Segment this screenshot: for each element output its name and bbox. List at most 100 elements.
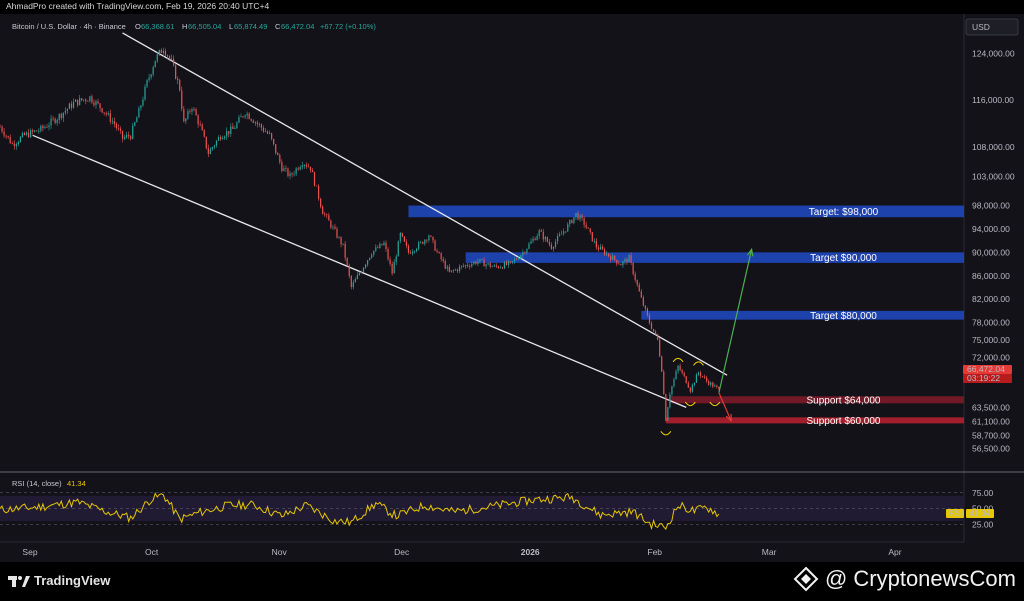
candle-body <box>324 214 326 215</box>
candle-body <box>170 58 173 60</box>
candle-body <box>512 261 514 262</box>
candle-body <box>340 237 342 245</box>
candle-body <box>281 162 283 172</box>
candle-body <box>11 143 13 145</box>
candle-body <box>264 131 267 133</box>
candle-body <box>432 236 434 241</box>
candle-body <box>54 118 56 124</box>
candle-body <box>322 206 324 215</box>
candle-body <box>438 251 440 254</box>
candle-body <box>144 86 146 100</box>
candle-body <box>354 279 356 283</box>
candle-body <box>248 113 250 120</box>
candle-body <box>391 263 393 274</box>
candle-body <box>526 248 528 253</box>
candle-body <box>591 231 593 242</box>
candle-body <box>567 224 569 232</box>
candle-body <box>444 260 446 269</box>
candle-body <box>657 333 659 340</box>
candle-body <box>93 102 95 106</box>
candle-body <box>346 257 348 266</box>
candle-body <box>469 266 471 267</box>
candle-body <box>383 242 385 246</box>
candle-body <box>614 255 616 260</box>
candle-body <box>418 242 420 249</box>
candle-body <box>185 118 187 122</box>
candle-body <box>25 132 28 135</box>
candle-body <box>477 261 479 264</box>
candle-body <box>387 249 389 260</box>
rsi-value: 41.34 <box>67 479 86 488</box>
candle-body <box>307 166 309 168</box>
candle-body <box>407 245 410 253</box>
price-tick-3: 103,000.00 <box>972 171 1015 181</box>
candle-body <box>291 173 293 175</box>
candle-body <box>458 266 461 272</box>
candle-body <box>328 215 330 221</box>
candle-body <box>699 372 702 376</box>
chart-area[interactable]: Bitcoin / U.S. Dollar · 4h · Binance O 6… <box>0 14 1024 562</box>
candle-body <box>132 125 134 139</box>
candle-body <box>109 113 111 122</box>
candle-body <box>338 237 340 239</box>
candle-body <box>277 153 279 156</box>
candle-body <box>716 385 718 388</box>
candle-body <box>495 265 497 267</box>
candle-body <box>385 242 387 250</box>
candle-body <box>95 101 97 106</box>
candle-body <box>315 185 318 187</box>
candle-body <box>293 173 295 175</box>
candle-body <box>434 240 436 251</box>
candle-body <box>356 274 359 280</box>
candle-body <box>577 212 579 220</box>
candle-body <box>181 90 183 109</box>
candle-body <box>671 386 673 395</box>
candle-body <box>471 263 473 267</box>
candle-body <box>538 230 540 237</box>
candle-body <box>330 220 332 228</box>
candle-body <box>575 212 577 218</box>
candle-body <box>540 230 542 232</box>
candle-body <box>89 96 91 101</box>
candle-body <box>232 126 234 129</box>
tradingview-logo[interactable]: TradingView <box>8 573 110 588</box>
candle-body <box>697 372 700 375</box>
price-tick-7: 86,000.00 <box>972 271 1010 281</box>
candle-body <box>706 377 708 382</box>
candle-body <box>46 126 48 128</box>
candle-body <box>481 259 483 260</box>
price-tick-0: 124,000.00 <box>972 48 1015 58</box>
candle-body <box>650 323 653 329</box>
candle-body <box>348 265 350 276</box>
candle-body <box>72 101 75 108</box>
candle-body <box>701 375 704 377</box>
candle-body <box>117 127 120 129</box>
candle-body <box>401 232 403 237</box>
candle-body <box>534 238 536 241</box>
candle-body <box>175 64 177 79</box>
price-tick-15: 58,700.00 <box>972 430 1010 440</box>
candle-body <box>5 135 7 137</box>
candle-body <box>238 117 240 123</box>
candle-body <box>428 235 430 241</box>
candle-body <box>258 123 260 125</box>
price-tick-2: 108,000.00 <box>972 142 1015 152</box>
candle-body <box>40 125 42 131</box>
candle-body <box>673 379 675 387</box>
candle-body <box>246 113 248 116</box>
candle-body <box>542 231 544 240</box>
legend-c-value: 66,472.04 <box>281 22 314 31</box>
time-label-1: Oct <box>145 547 159 557</box>
candle-body <box>485 264 487 267</box>
candle-body <box>367 260 369 265</box>
candle-body <box>554 241 557 248</box>
zone-label-0: Target: $98,000 <box>809 207 879 218</box>
candle-body <box>97 101 99 104</box>
candle-body <box>138 108 140 118</box>
candle-body <box>585 224 587 228</box>
candle-body <box>66 108 68 111</box>
candle-body <box>579 215 581 220</box>
candle-body <box>544 237 546 240</box>
candle-body <box>450 270 452 272</box>
time-label-6: Mar <box>762 547 777 557</box>
